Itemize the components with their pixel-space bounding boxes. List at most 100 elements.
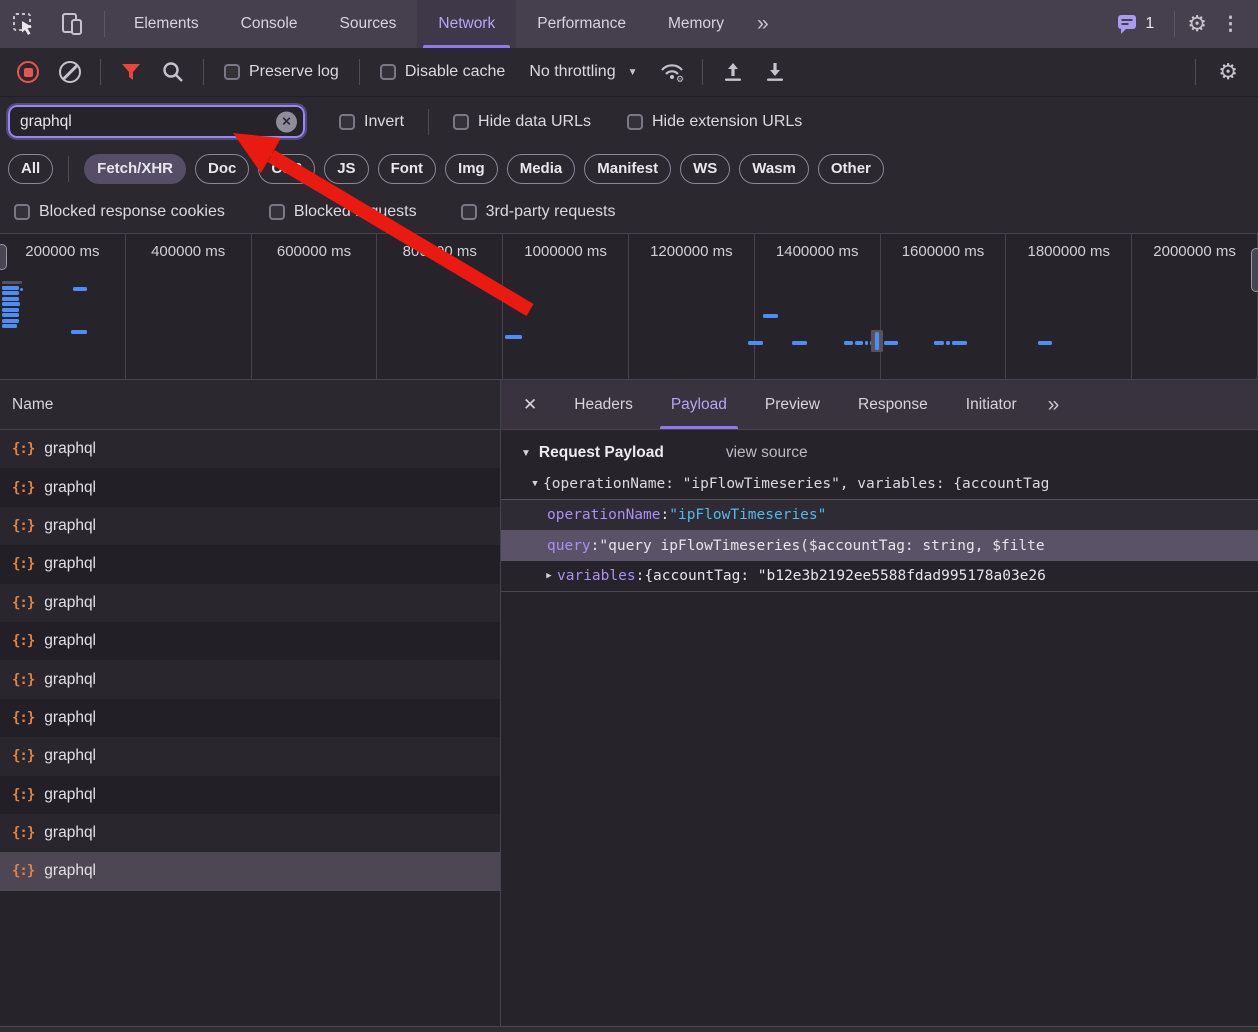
json-braces-icon: {:}	[12, 787, 34, 803]
expand-icon[interactable]: ▶	[541, 571, 557, 581]
checkbox[interactable]	[380, 64, 396, 80]
export-har-icon[interactable]	[757, 54, 793, 90]
blocked-requests-checkbox[interactable]: Blocked requests	[261, 203, 425, 221]
request-row[interactable]: {:}graphql	[0, 507, 500, 545]
detail-tab-initiator[interactable]: Initiator	[947, 380, 1036, 429]
request-row[interactable]: {:}graphql	[0, 852, 500, 890]
record-button[interactable]	[10, 54, 46, 90]
timeline-tick-label: 1400000 ms	[755, 234, 881, 379]
type-filter-manifest[interactable]: Manifest	[584, 154, 671, 184]
tab-network[interactable]: Network	[417, 0, 516, 48]
timeline-request-bar	[855, 341, 863, 345]
more-tabs-icon[interactable]: »	[745, 0, 781, 48]
detail-tab-headers[interactable]: Headers	[555, 380, 652, 429]
tab-performance[interactable]: Performance	[516, 0, 647, 48]
inspect-element-icon[interactable]	[0, 0, 48, 48]
payload-row-variables[interactable]: ▶ variables: {accountTag: "b12e3b2192ee5…	[501, 561, 1258, 592]
request-row[interactable]: {:}graphql	[0, 737, 500, 775]
request-row[interactable]: {:} graphql	[0, 468, 500, 506]
timeline-tick-label: 1800000 ms	[1006, 234, 1132, 379]
type-filter-all[interactable]: All	[8, 154, 53, 184]
request-row[interactable]: {:}graphql	[0, 622, 500, 660]
payload-view: ▼ Request Payload view source ▼ {operati…	[501, 430, 1258, 1026]
clear-network-log-icon[interactable]	[52, 54, 88, 90]
request-row[interactable]: {:}graphql	[0, 584, 500, 622]
name-column-header[interactable]: Name	[0, 380, 500, 430]
checkbox[interactable]	[339, 114, 355, 130]
type-filter-doc[interactable]: Doc	[195, 154, 249, 184]
hide-extension-urls-checkbox[interactable]: Hide extension URLs	[619, 113, 810, 131]
kebab-menu-icon[interactable]: ⋮	[1211, 13, 1250, 36]
filter-input[interactable]: graphql ✕	[8, 105, 305, 138]
tab-sources[interactable]: Sources	[319, 0, 418, 48]
payload-summary-row[interactable]: ▼ {operationName: "ipFlowTimeseries", va…	[501, 468, 1258, 499]
type-filter-font[interactable]: Font	[378, 154, 436, 184]
settings-gear-icon[interactable]: ⚙	[1187, 13, 1207, 35]
divider	[428, 109, 429, 135]
checkbox[interactable]	[453, 114, 469, 130]
detail-tab-preview[interactable]: Preview	[746, 380, 839, 429]
blocked-response-cookies-checkbox[interactable]: Blocked response cookies	[6, 203, 233, 221]
close-icon[interactable]: ✕	[501, 380, 555, 429]
request-row[interactable]: {:}graphql	[0, 430, 500, 468]
network-conditions-icon[interactable]: ⚙	[654, 54, 690, 90]
type-filter-ws[interactable]: WS	[680, 154, 730, 184]
checkbox[interactable]	[461, 204, 477, 220]
hide-extension-urls-label: Hide extension URLs	[652, 113, 802, 131]
search-icon[interactable]	[155, 54, 191, 90]
type-filter-media[interactable]: Media	[507, 154, 576, 184]
tab-memory[interactable]: Memory	[647, 0, 745, 48]
type-filter-js[interactable]: JS	[324, 154, 368, 184]
clear-filter-icon[interactable]: ✕	[276, 111, 297, 132]
timeline-left-handle[interactable]	[0, 244, 7, 270]
type-filter-css[interactable]: CSS	[258, 154, 315, 184]
3rd-party-requests-checkbox[interactable]: 3rd-party requests	[453, 203, 624, 221]
request-name: graphql	[44, 479, 96, 497]
request-row[interactable]: {:}graphql	[0, 776, 500, 814]
invert-checkbox[interactable]: Invert	[331, 113, 412, 131]
request-row[interactable]: {:}graphql	[0, 699, 500, 737]
checkbox[interactable]	[627, 114, 643, 130]
more-detail-tabs-icon[interactable]: »	[1036, 380, 1072, 429]
section-collapse-icon[interactable]: ▼	[521, 448, 531, 459]
checkbox[interactable]	[269, 204, 285, 220]
timeline-tick-label: 1000000 ms	[503, 234, 629, 379]
import-har-icon[interactable]	[715, 54, 751, 90]
payload-row-operation-name[interactable]: operationName: "ipFlowTimeseries"	[501, 499, 1258, 530]
throttling-dropdown[interactable]: No throttling ▼	[519, 63, 647, 81]
filter-funnel-icon[interactable]	[113, 54, 149, 90]
detail-tab-payload[interactable]: Payload	[652, 380, 746, 429]
device-toolbar-icon[interactable]	[48, 0, 96, 48]
request-detail-panel: ✕ HeadersPayloadPreviewResponseInitiator…	[501, 380, 1258, 1026]
timeline-request-bar	[792, 341, 807, 345]
request-list-panel: Name {:}graphql{:}graphql{:}graphql{:}gr…	[0, 380, 501, 1026]
type-filter-fetch-xhr[interactable]: Fetch/XHR	[84, 154, 186, 184]
request-row[interactable]: {:}graphql	[0, 545, 500, 583]
network-overview-timeline[interactable]: 200000 ms400000 ms600000 ms800000 ms1000…	[0, 233, 1258, 380]
request-row[interactable]: {:}graphql	[0, 660, 500, 698]
timeline-request-bar	[748, 341, 763, 345]
checkbox[interactable]	[14, 204, 30, 220]
issues-button[interactable]: 1	[1108, 13, 1162, 35]
request-row[interactable]: {:}graphql	[0, 814, 500, 852]
preserve-log-checkbox[interactable]: Preserve log	[216, 63, 347, 81]
view-source-link[interactable]: view source	[726, 444, 808, 462]
hide-data-urls-checkbox[interactable]: Hide data URLs	[445, 113, 599, 131]
network-settings-gear-icon[interactable]: ⚙	[1208, 61, 1248, 83]
type-filter-img[interactable]: Img	[445, 154, 498, 184]
tab-console[interactable]: Console	[220, 0, 319, 48]
devtools-tabbar: ElementsConsoleSourcesNetworkPerformance…	[0, 0, 1258, 48]
json-braces-icon: {:}	[12, 480, 34, 496]
network-filter-row: graphql ✕ Invert Hide data URLs Hide ext…	[0, 97, 1258, 146]
type-filter-wasm[interactable]: Wasm	[739, 154, 809, 184]
tab-elements[interactable]: Elements	[113, 0, 220, 48]
checkbox[interactable]	[224, 64, 240, 80]
payload-row-query[interactable]: query: "query ipFlowTimeseries($accountT…	[501, 530, 1258, 561]
checkbox-label: Blocked response cookies	[39, 203, 225, 221]
type-filter-other[interactable]: Other	[818, 154, 884, 184]
detail-tab-response[interactable]: Response	[839, 380, 947, 429]
disable-cache-checkbox[interactable]: Disable cache	[372, 63, 514, 81]
timeline-right-handle[interactable]	[1251, 248, 1258, 292]
collapse-icon[interactable]: ▼	[527, 479, 543, 489]
divider	[203, 59, 204, 85]
